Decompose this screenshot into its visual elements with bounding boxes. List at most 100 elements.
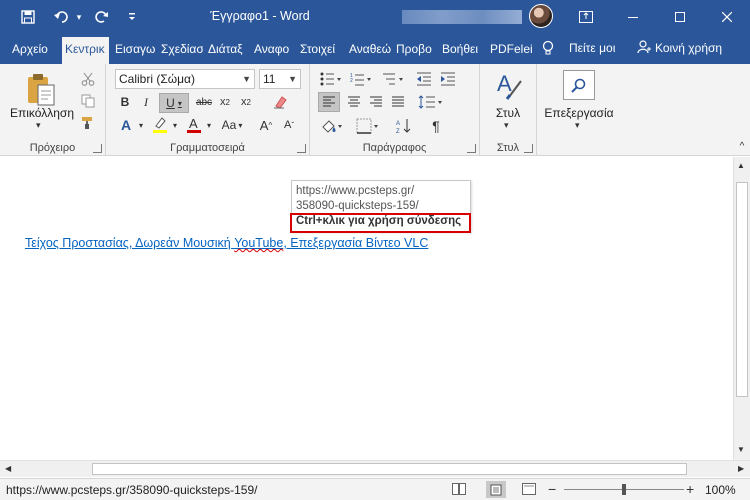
web-layout-icon[interactable] [522,482,536,496]
show-formatting-marks-icon[interactable]: ¶ [426,116,446,136]
justify-icon[interactable] [388,93,408,111]
styles-button-label[interactable]: Στυλ [480,106,536,120]
avatar[interactable] [529,4,553,28]
tell-me-search[interactable]: Πείτε μοι [569,41,615,55]
copy-icon[interactable] [78,92,98,110]
styles-dropdown-icon[interactable]: ▾ [504,120,509,131]
read-mode-icon[interactable] [452,482,466,496]
group-paragraph: 12 AZ ¶ Παράγραφος [310,64,480,156]
chevron-down-icon[interactable]: ▾ [170,116,180,134]
borders-icon[interactable] [354,116,382,136]
align-center-icon[interactable] [344,93,364,111]
tooltip-url-line-2: 358090-quicksteps-159/ [296,200,419,212]
ribbon-display-options-icon[interactable] [563,0,609,34]
zoom-level[interactable]: 100% [705,483,736,497]
zoom-out-icon[interactable]: − [548,481,556,497]
scroll-left-icon[interactable]: ◀ [5,464,11,473]
font-name-value: Calibri (Σώμα) [119,72,195,86]
chevron-down-icon: ▼ [288,74,297,84]
lightbulb-icon[interactable] [542,40,554,59]
clipboard-launcher-icon[interactable] [93,144,102,153]
styles-gallery-icon[interactable]: A [494,70,524,102]
multilevel-list-icon[interactable] [380,70,406,88]
font-launcher-icon[interactable] [297,144,306,153]
format-painter-icon[interactable] [78,114,98,132]
line-spacing-icon[interactable] [416,93,446,111]
editing-button-label[interactable]: Επεξεργασία [537,106,621,120]
font-name-combo[interactable]: Calibri (Σώμα) ▼ [115,69,255,89]
shading-icon[interactable] [318,116,346,136]
font-size-value: 11 [263,72,276,86]
italic-icon[interactable]: I [137,93,155,111]
scroll-right-icon[interactable]: ▶ [738,464,744,473]
close-button[interactable] [704,0,750,34]
tab-mailings[interactable]: Στοιχεί [298,40,343,64]
chevron-down-icon[interactable]: ▾ [136,116,146,134]
group-styles: A Στυλ ▾ Στυλ [480,64,537,156]
font-color-icon[interactable]: A [184,114,204,136]
tab-pdfelement[interactable]: PDFelei [488,40,532,64]
font-size-combo[interactable]: 11 ▼ [259,69,301,89]
chevron-down-icon: ▼ [242,74,251,84]
scroll-down-icon[interactable]: ▼ [737,445,745,454]
sort-icon[interactable]: AZ [394,116,414,136]
tab-home[interactable]: Κεντρικ [62,37,109,64]
minimize-button[interactable] [610,0,656,34]
decrease-indent-icon[interactable] [414,70,434,88]
svg-text:A: A [497,71,512,96]
status-bar: https://www.pcsteps.gr/358090-quicksteps… [0,478,750,500]
tab-view[interactable]: Προβο [394,40,435,64]
bold-icon[interactable]: B [116,93,134,111]
clear-formatting-icon[interactable] [270,92,290,112]
text-effects-icon[interactable]: A [116,116,136,134]
tab-review[interactable]: Αναθεώ [347,40,391,64]
grow-font-icon[interactable]: A ^ [257,116,275,134]
horizontal-scrollbar[interactable]: ◀ ▶ [0,460,750,477]
tab-insert[interactable]: Εισαγω [113,40,156,64]
align-right-icon[interactable] [366,93,386,111]
editing-dropdown-icon[interactable]: ▾ [575,120,580,131]
bullets-icon[interactable] [318,70,344,88]
hyperlink-text[interactable]: Τείχος Προστασίας, Δωρεάν Μουσική YouTub… [25,236,428,250]
increase-indent-icon[interactable] [438,70,458,88]
vertical-scroll-thumb[interactable] [736,182,748,397]
superscript-icon[interactable]: x2 [237,93,255,111]
collapse-ribbon-icon[interactable]: ^ [736,140,748,152]
change-case-icon[interactable]: Aa ▾ [219,116,245,134]
person-icon[interactable] [637,40,651,57]
link-part-youtube: YouTube [234,236,284,250]
shrink-font-icon[interactable]: Aˇ [280,116,298,134]
tab-design[interactable]: Σχεδίασ [159,40,203,64]
subscript-icon[interactable]: x2 [216,93,234,111]
horizontal-scroll-thumb[interactable] [92,463,687,475]
ribbon-tabs: Αρχείο Κεντρικ Εισαγω Σχεδίασ Διάταξ Ανα… [0,34,750,64]
search-icon[interactable] [563,70,595,100]
strikethrough-icon[interactable]: abc [194,93,214,111]
maximize-button[interactable] [657,0,703,34]
chevron-down-icon[interactable]: ▾ [204,116,214,134]
cut-icon[interactable] [78,70,98,88]
title-bar: ▾ Έγγραφο1 - Word [0,0,750,34]
group-label-paragraph: Παράγραφος [362,142,427,154]
highlight-icon[interactable] [150,114,170,136]
print-layout-icon[interactable] [486,481,506,498]
tab-layout[interactable]: Διάταξ [206,40,247,64]
paste-icon[interactable] [24,70,58,108]
styles-launcher-icon[interactable] [524,144,533,153]
underline-icon[interactable]: U ▾ [159,93,189,113]
group-editing: Επεξεργασία ▾ [537,64,621,156]
paste-label[interactable]: Επικόλληση [8,106,76,120]
share-button[interactable]: Κοινή χρήση [655,41,722,55]
align-left-icon[interactable] [318,92,340,112]
scroll-up-icon[interactable]: ▲ [737,161,745,170]
tab-file[interactable]: Αρχείο [10,40,54,64]
numbering-icon[interactable]: 12 [348,70,374,88]
paste-dropdown-icon[interactable]: ▾ [36,120,41,131]
highlight-annotation-box [290,213,471,233]
zoom-in-icon[interactable]: + [686,481,694,497]
tab-references[interactable]: Αναφο [252,40,296,64]
paragraph-launcher-icon[interactable] [467,144,476,153]
zoom-slider-thumb[interactable] [622,484,626,495]
vertical-scrollbar[interactable]: ▲ ▼ [733,157,750,460]
tab-help[interactable]: Βοήθει [440,40,483,64]
